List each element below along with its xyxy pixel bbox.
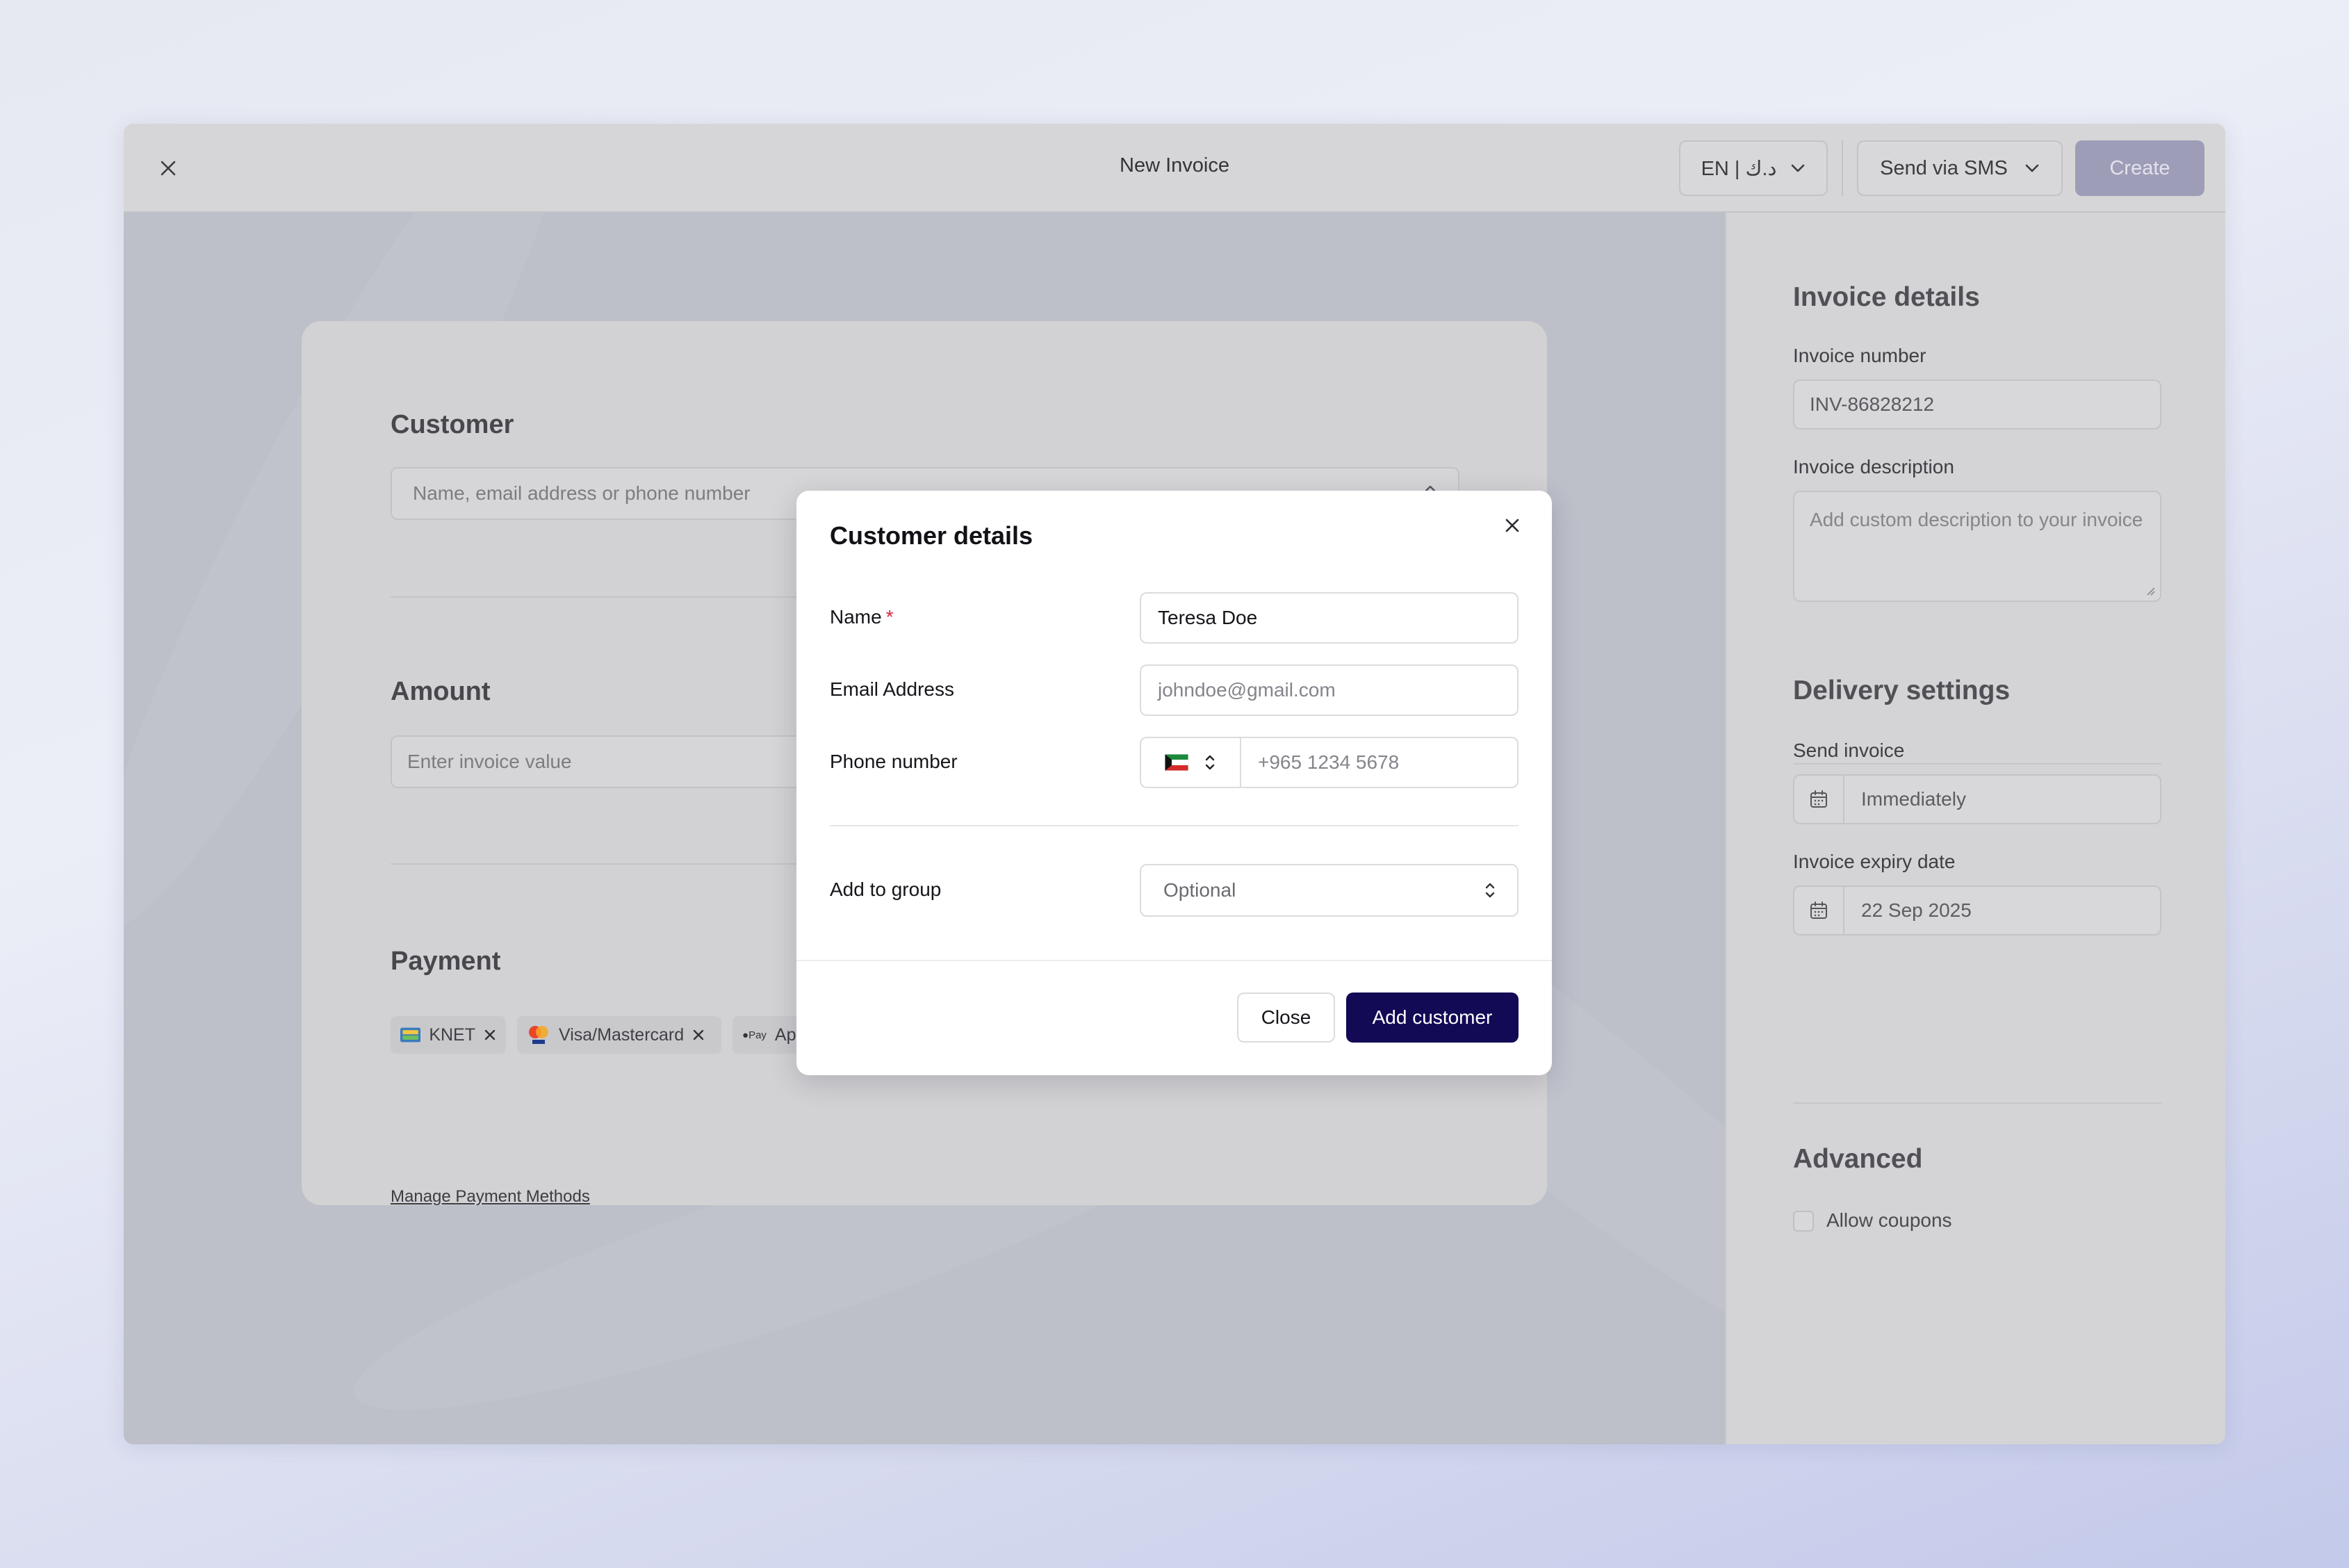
email-placeholder: johndoe@gmail.com <box>1158 679 1336 701</box>
date-icon-cell <box>1794 887 1844 934</box>
name-value: Teresa Doe <box>1158 607 1258 628</box>
chevron-up-down-icon <box>1485 883 1495 898</box>
topbar-divider <box>1842 140 1843 196</box>
send-method-select[interactable]: Send via SMS <box>1857 140 2063 196</box>
customer-section-title: Customer <box>391 410 514 439</box>
invoice-number-input[interactable]: INV-86828212 <box>1793 379 2161 430</box>
invoice-number-value: INV-86828212 <box>1810 393 1935 415</box>
resize-handle-icon <box>2147 587 2155 596</box>
allow-coupons-checkbox[interactable] <box>1793 1211 1814 1232</box>
invoice-expiry-value: 22 Sep 2025 <box>1861 899 1972 921</box>
email-input[interactable]: johndoe@gmail.com <box>1140 664 1519 716</box>
payment-method-chip-knet: KNET <box>391 1016 506 1054</box>
invoice-description-textarea[interactable]: Add custom description to your invoice <box>1793 491 2161 602</box>
calendar-icon <box>1810 901 1827 919</box>
required-mark: * <box>885 606 894 628</box>
dialog-divider <box>830 825 1519 826</box>
knet-logo-icon <box>400 1027 421 1043</box>
invoice-expiry-date-picker[interactable]: 22 Sep 2025 <box>1793 885 2161 936</box>
close-button[interactable]: Close <box>1237 993 1335 1043</box>
phone-input[interactable]: +965 1234 5678 <box>1241 738 1399 787</box>
advanced-title: Advanced <box>1793 1144 1923 1174</box>
customer-details-dialog: Customer details Name * Teresa Doe Email … <box>796 491 1552 1075</box>
customer-search-placeholder: Name, email address or phone number <box>413 482 751 504</box>
payment-method-label: KNET <box>429 1024 475 1045</box>
email-label: Email Address <box>830 678 954 700</box>
apple-pay-logo-icon: ●Pay <box>742 1029 767 1041</box>
section-divider <box>1793 1102 2161 1104</box>
chevron-up-down-icon <box>1205 755 1215 770</box>
group-label: Add to group <box>830 879 942 900</box>
create-button[interactable]: Create <box>2075 140 2204 196</box>
delivery-settings-title: Delivery settings <box>1793 676 2011 705</box>
group-select[interactable]: Optional <box>1140 864 1519 917</box>
invoice-details-title: Invoice details <box>1793 282 1980 312</box>
dialog-title: Customer details <box>830 521 1033 550</box>
close-icon <box>693 1029 704 1040</box>
apple-pay-mark: Pay <box>748 1029 767 1041</box>
group-placeholder: Optional <box>1163 879 1236 901</box>
payment-method-chip-visa-mastercard: Visa/Mastercard <box>517 1016 721 1054</box>
send-method-value: Send via SMS <box>1880 156 2008 179</box>
invoice-description-label: Invoice description <box>1793 456 1954 477</box>
section-divider-shadow <box>1793 763 2161 765</box>
mastercard-logo-icon <box>529 1026 548 1044</box>
dialog-footer-divider <box>796 960 1552 961</box>
chevron-down-icon <box>2025 164 2039 172</box>
language-currency-select[interactable]: EN | د.ك <box>1679 140 1828 196</box>
payment-section-title: Payment <box>391 947 501 976</box>
calendar-icon <box>1810 790 1827 808</box>
send-invoice-value: Immediately <box>1861 788 1966 810</box>
phone-field: +965 1234 5678 <box>1140 737 1519 788</box>
manage-payment-methods-link[interactable]: Manage Payment Methods <box>391 1187 590 1207</box>
name-label: Name * <box>830 606 894 628</box>
close-icon <box>484 1029 496 1040</box>
close-icon <box>1505 518 1519 532</box>
amount-input[interactable]: Enter invoice value <box>391 735 835 788</box>
phone-label: Phone number <box>830 751 958 772</box>
country-code-select[interactable] <box>1141 738 1241 787</box>
send-invoice-label: Send invoice <box>1793 740 1905 761</box>
allow-coupons-label: Allow coupons <box>1826 1209 1952 1231</box>
invoice-number-label: Invoice number <box>1793 345 1926 366</box>
send-invoice-select[interactable]: Immediately <box>1793 774 2161 824</box>
amount-placeholder: Enter invoice value <box>407 751 572 772</box>
invoice-settings-panel: Invoice details Invoice number INV-86828… <box>1725 213 2225 1444</box>
kuwait-flag-icon <box>1165 754 1188 771</box>
remove-knet-button[interactable] <box>484 1025 496 1045</box>
topbar: New Invoice EN | د.ك Send via SMS Create <box>124 124 2225 213</box>
name-label-text: Name <box>830 606 882 628</box>
add-customer-button[interactable]: Add customer <box>1346 993 1519 1043</box>
amount-section-title: Amount <box>391 677 491 706</box>
chevron-down-icon <box>1792 164 1805 172</box>
invoice-description-placeholder: Add custom description to your invoice <box>1810 509 2143 530</box>
name-input[interactable]: Teresa Doe <box>1140 592 1519 644</box>
remove-visa-mastercard-button[interactable] <box>692 1025 705 1045</box>
language-currency-value: EN | د.ك <box>1701 157 1777 180</box>
invoice-expiry-label: Invoice expiry date <box>1793 851 1956 872</box>
date-icon-cell <box>1794 776 1844 823</box>
phone-placeholder: +965 1234 5678 <box>1258 751 1400 773</box>
payment-method-label: Visa/Mastercard <box>559 1024 685 1045</box>
close-dialog-button[interactable] <box>1497 510 1528 541</box>
